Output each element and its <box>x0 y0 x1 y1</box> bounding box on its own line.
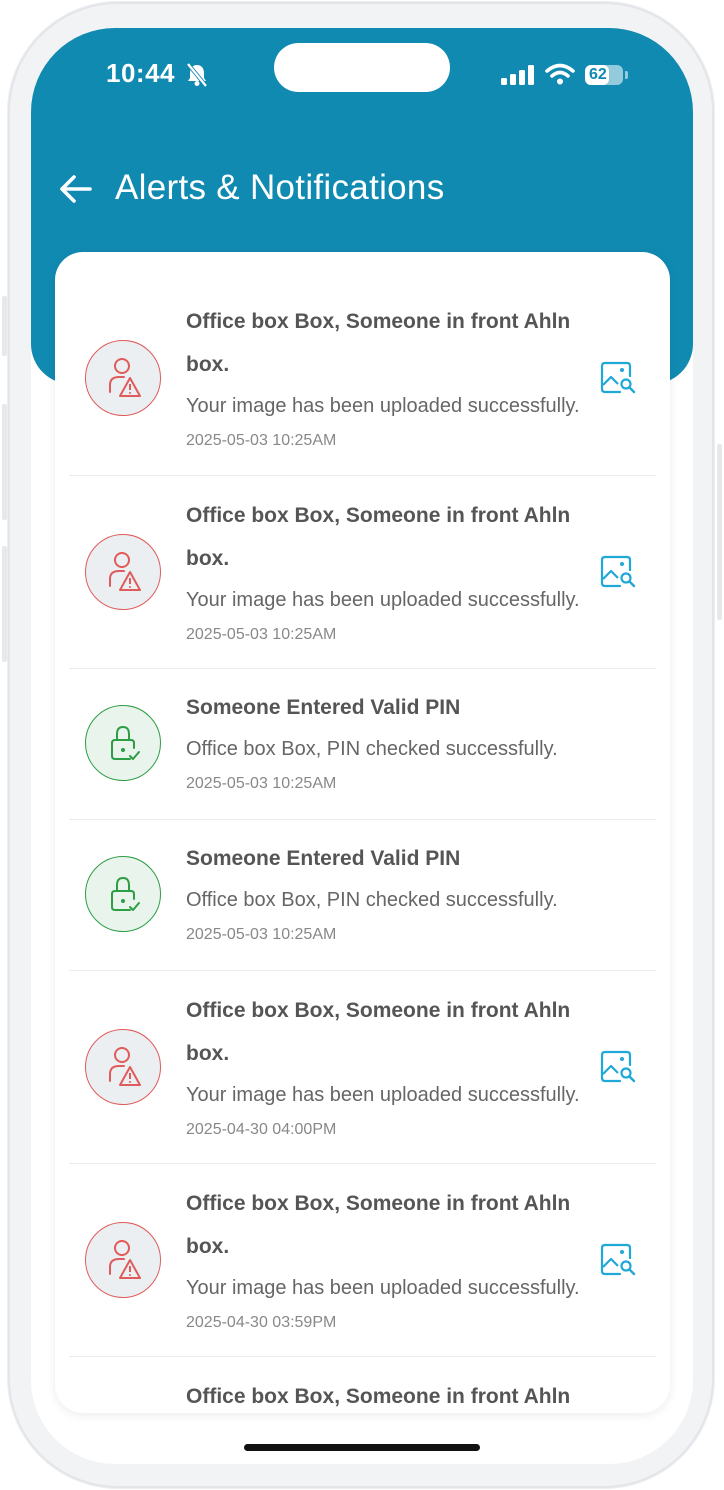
pin-valid-badge <box>85 705 161 781</box>
notification-list: Office box Box, Someone in front Ahln bo… <box>69 252 656 1413</box>
notification-message: Office box Box, PIN checked successfully… <box>186 738 558 760</box>
page-title: Alerts & Notifications <box>115 168 445 207</box>
notification-date: 2025-05-03 10:25AM <box>186 432 337 449</box>
phone-power-button <box>717 444 722 620</box>
notification-item[interactable]: Office box Box, Someone in front Ahln bo… <box>69 971 656 1164</box>
notification-message: Your image has been uploaded successfull… <box>186 1084 580 1106</box>
cellular-signal-icon <box>501 65 534 85</box>
notification-text: Office box Box, Someone in front Ahln <box>186 1375 596 1413</box>
image-search-icon[interactable] <box>600 361 636 395</box>
notification-item[interactable]: Someone Entered Valid PIN Office box Box… <box>69 669 656 820</box>
notification-date: 2025-05-03 10:25AM <box>186 775 337 792</box>
image-search-icon[interactable] <box>600 1243 636 1277</box>
status-time: 10:44 <box>106 58 175 88</box>
notification-text: Office box Box, Someone in front Ahln bo… <box>186 989 596 1145</box>
notification-item[interactable]: Office box Box, Someone in front Ahln bo… <box>69 476 656 669</box>
pin-valid-badge <box>85 856 161 932</box>
person-alert-badge <box>85 1029 161 1105</box>
notification-title: Office box Box, Someone in front Ahln bo… <box>186 310 571 376</box>
battery-cap <box>625 71 628 79</box>
notification-date: 2025-05-03 10:25AM <box>186 926 337 943</box>
notifications-card: Office box Box, Someone in front Ahln bo… <box>55 252 670 1413</box>
notification-message: Your image has been uploaded successfull… <box>186 589 580 611</box>
notification-date: 2025-04-30 03:59PM <box>186 1314 337 1331</box>
person-warning-icon <box>109 358 141 397</box>
person-warning-icon <box>109 552 141 591</box>
person-alert-badge <box>85 534 161 610</box>
home-indicator <box>244 1444 480 1451</box>
person-warning-icon <box>109 1047 141 1086</box>
notification-item[interactable]: Office box Box, Someone in front Ahln bo… <box>69 252 656 476</box>
wifi-icon <box>545 63 575 85</box>
notification-item[interactable]: Someone Entered Valid PIN Office box Box… <box>69 820 656 971</box>
image-search-icon[interactable] <box>600 555 636 589</box>
image-search-icon[interactable] <box>600 1050 636 1084</box>
lock-check-icon <box>111 725 140 760</box>
person-alert-badge <box>85 340 161 416</box>
notification-date: 2025-05-03 10:25AM <box>186 626 337 643</box>
phone-volume-up <box>2 404 7 520</box>
phone-volume-down <box>2 546 7 662</box>
notification-text: Office box Box, Someone in front Ahln bo… <box>186 1182 596 1338</box>
notification-text: Someone Entered Valid PIN Office box Box… <box>186 686 596 799</box>
notification-title: Someone Entered Valid PIN <box>186 847 461 870</box>
battery-percentage: 62 <box>589 66 607 83</box>
notification-title: Office box Box, Someone in front Ahln bo… <box>186 1192 571 1258</box>
person-warning-icon <box>109 1240 141 1279</box>
notification-item[interactable]: Office box Box, Someone in front Ahln bo… <box>69 1164 656 1357</box>
notification-title: Office box Box, Someone in front Ahln <box>186 1385 571 1408</box>
notification-item[interactable]: Office box Box, Someone in front Ahln <box>69 1357 656 1413</box>
notification-message: Your image has been uploaded successfull… <box>186 1277 580 1299</box>
notification-message: Office box Box, PIN checked successfully… <box>186 889 558 911</box>
dynamic-island <box>274 43 450 92</box>
battery-icon: 62 <box>585 65 623 85</box>
notification-message: Your image has been uploaded successfull… <box>186 395 580 417</box>
notification-date: 2025-04-30 04:00PM <box>186 1121 337 1138</box>
notification-text: Office box Box, Someone in front Ahln bo… <box>186 494 596 650</box>
notification-text: Office box Box, Someone in front Ahln bo… <box>186 300 596 456</box>
notification-title: Office box Box, Someone in front Ahln bo… <box>186 504 571 570</box>
phone-action-button <box>2 296 7 356</box>
notification-title: Someone Entered Valid PIN <box>186 696 461 719</box>
person-alert-badge <box>85 1222 161 1298</box>
notification-title: Office box Box, Someone in front Ahln bo… <box>186 999 571 1065</box>
back-arrow-icon[interactable] <box>58 173 92 205</box>
lock-check-icon <box>111 876 140 911</box>
bell-muted-icon <box>186 62 208 88</box>
screen: 10:44 62 Alerts & Notifications Office b… <box>31 28 693 1464</box>
notification-text: Someone Entered Valid PIN Office box Box… <box>186 837 596 950</box>
